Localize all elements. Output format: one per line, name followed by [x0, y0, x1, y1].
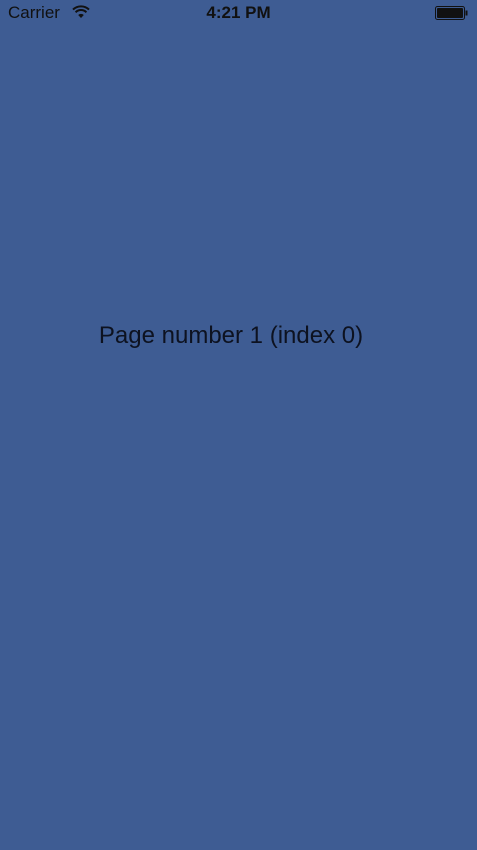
page-number-label: Page number 1 (index 0)	[98, 322, 364, 349]
status-bar: Carrier 4:21 PM	[0, 0, 477, 28]
status-time: 4:21 PM	[206, 3, 271, 22]
battery-icon	[435, 6, 469, 20]
